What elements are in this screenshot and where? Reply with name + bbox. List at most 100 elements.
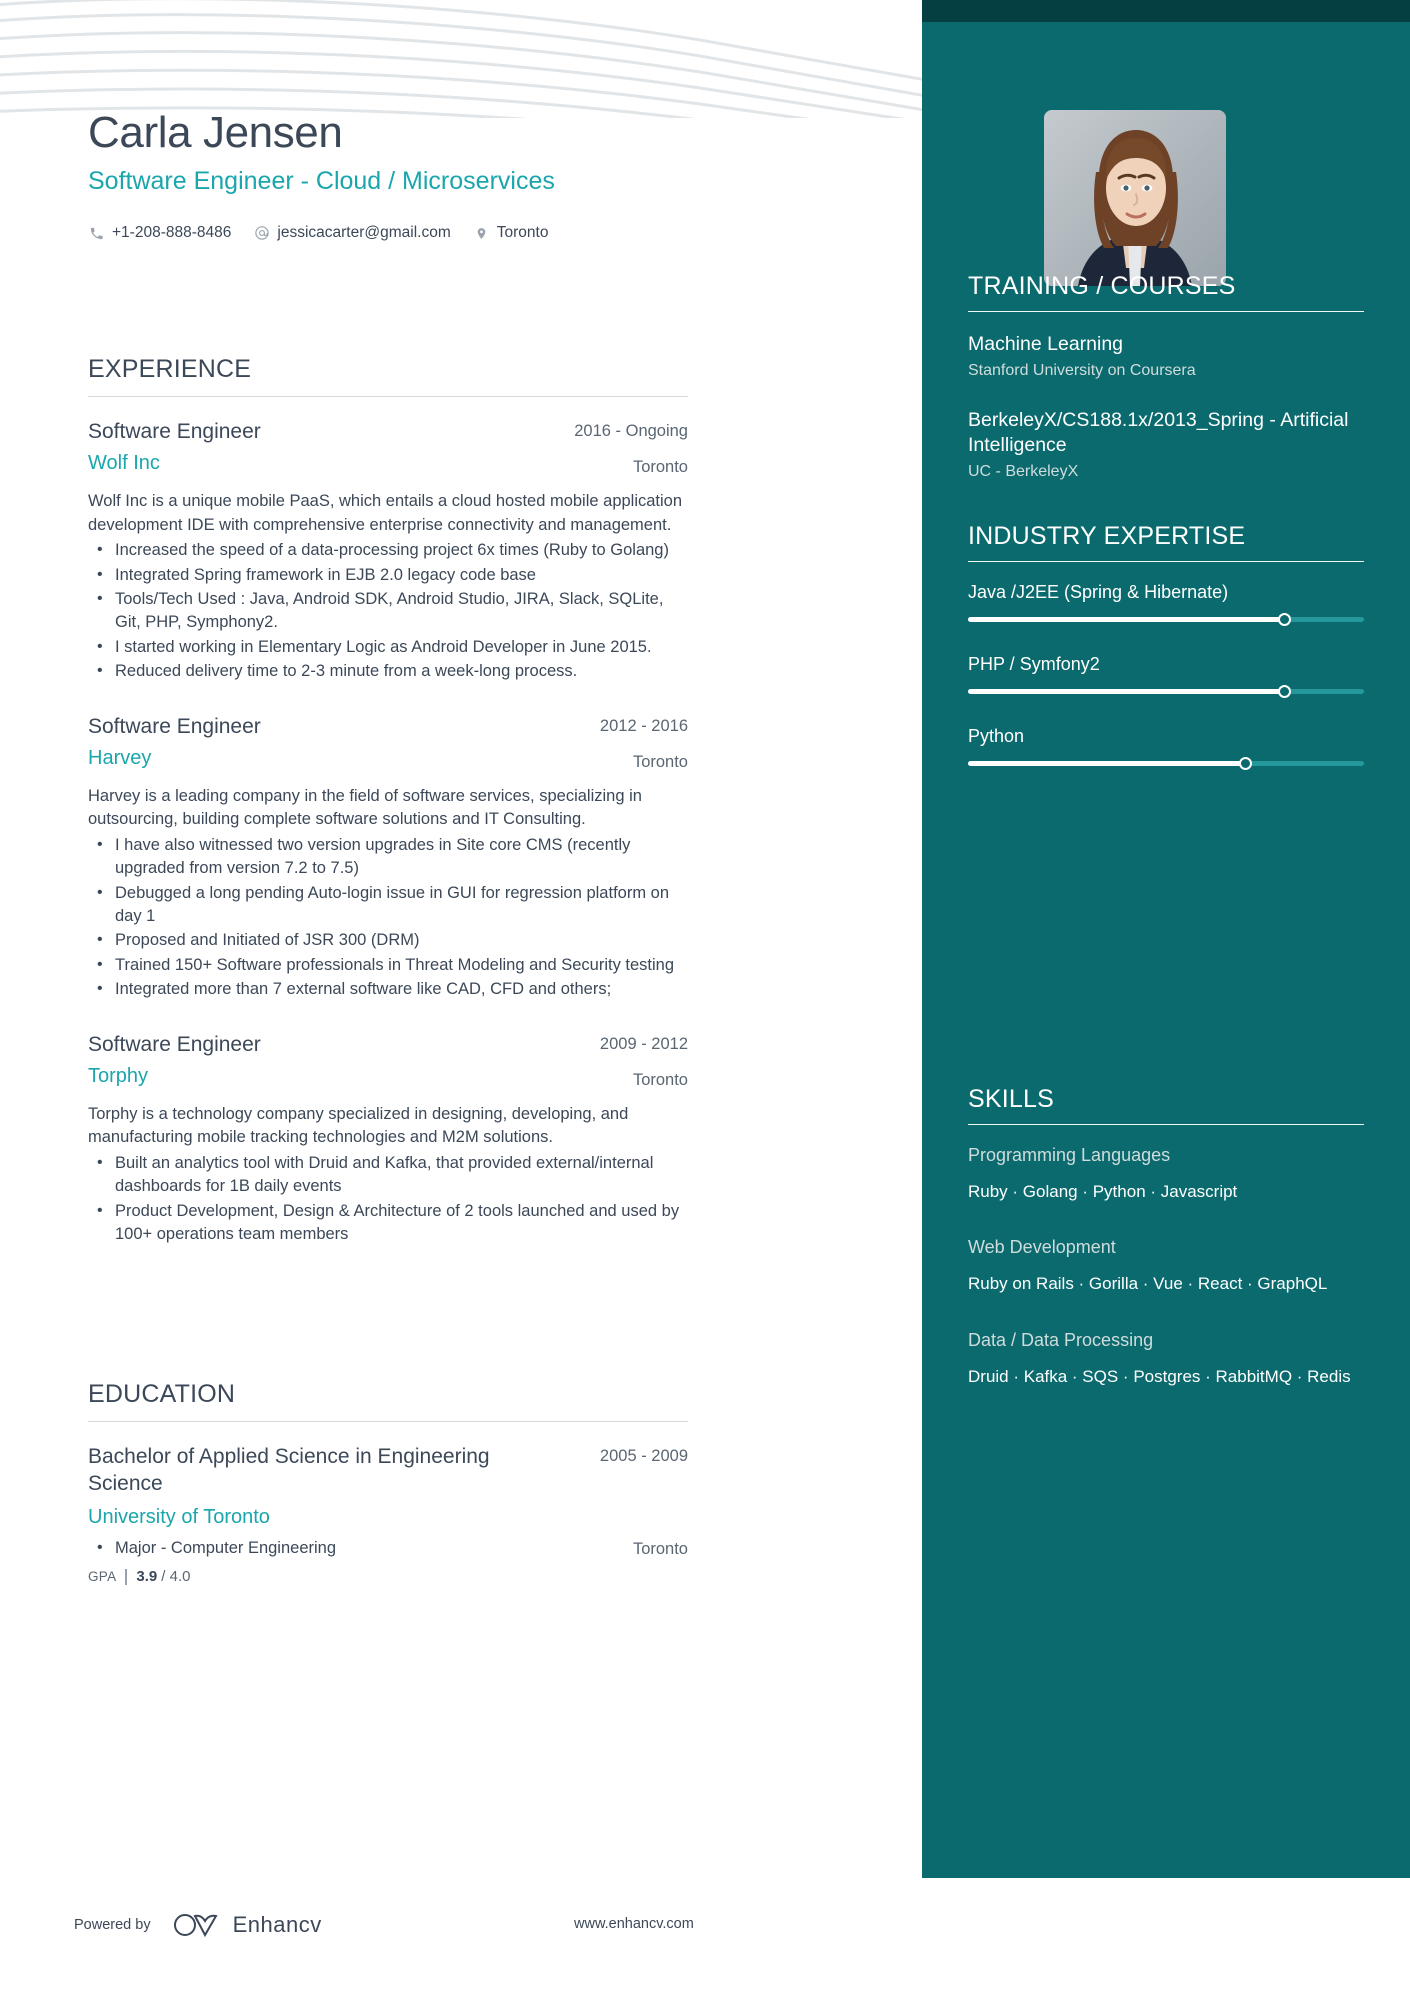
- contact-location[interactable]: Toronto: [473, 224, 549, 242]
- main-column: Carla Jensen Software Engineer - Cloud /…: [0, 0, 922, 1878]
- candidate-headline: Software Engineer - Cloud / Microservice…: [88, 167, 555, 196]
- training-heading: TRAINING / COURSES: [968, 272, 1236, 300]
- section-education: EDUCATION Bachelor of Applied Science in…: [88, 1380, 688, 1611]
- powered-by-block: Powered by Enhancv: [74, 1912, 322, 1938]
- education-heading: EDUCATION: [88, 1380, 236, 1408]
- education-entry-head: Bachelor of Applied Science in Engineeri…: [88, 1444, 688, 1558]
- job-date: 2016 - Ongoing: [574, 422, 688, 440]
- gpa-max: / 4.0: [161, 1568, 191, 1586]
- avatar: [1044, 110, 1226, 286]
- expertise-label: PHP / Symfony2: [968, 654, 1100, 674]
- skill-group: Programming Languages Ruby · Golang · Py…: [968, 1145, 1364, 1207]
- gpa-label: GPA: [88, 1569, 117, 1585]
- job-organization: Wolf Inc: [88, 452, 160, 475]
- course-name: Machine Learning: [968, 333, 1124, 355]
- expertise-item: Python: [968, 726, 1364, 770]
- experience-entry-head: Software Engineer 2009 - 2012 Torphy Tor…: [88, 1032, 688, 1089]
- skill-group-items: Ruby on Rails · Gorilla · Vue · React · …: [968, 1274, 1328, 1294]
- skill-group-name: Web Development: [968, 1237, 1116, 1258]
- job-bullet: Integrated Spring framework in EJB 2.0 l…: [88, 564, 688, 587]
- email-icon: [253, 225, 270, 242]
- job-description: Wolf Inc is a unique mobile PaaS, which …: [88, 492, 683, 534]
- education-bullets: Major - Computer Engineering: [88, 1537, 688, 1560]
- expertise-slider-knob[interactable]: [1278, 685, 1292, 698]
- skill-group-name: Data / Data Processing: [968, 1329, 1154, 1350]
- job-bullet: Integrated more than 7 external software…: [88, 978, 688, 1001]
- contact-location-text: Toronto: [496, 224, 549, 241]
- industry-expertise-divider: [968, 561, 1364, 562]
- training-divider: [968, 311, 1364, 312]
- job-bullet: I have also witnessed two version upgrad…: [88, 834, 688, 881]
- experience-entry: Software Engineer 2012 - 2016 Harvey Tor…: [88, 714, 688, 1002]
- expertise-slider-knob[interactable]: [1278, 613, 1292, 626]
- expertise-item: PHP / Symfony2: [968, 654, 1364, 698]
- contact-email-text: jessicacarter@gmail.com: [277, 224, 451, 241]
- course-item: BerkeleyX/CS188.1x/2013_Spring - Artific…: [968, 408, 1364, 483]
- job-bullet: Proposed and Initiated of JSR 300 (DRM): [88, 929, 688, 952]
- gpa-value: 3.9: [136, 1568, 158, 1586]
- school-name: University of Toronto: [88, 1505, 270, 1528]
- sidebar-top-strip: [922, 0, 1410, 22]
- job-bullet: Trained 150+ Software professionals in T…: [88, 954, 688, 977]
- expertise-label: Java /J2EE (Spring & Hibernate): [968, 582, 1229, 602]
- expertise-slider-fill: [968, 617, 1285, 622]
- name-block: Carla Jensen Software Engineer - Cloud /…: [88, 108, 788, 196]
- industry-expertise-heading: INDUSTRY EXPERTISE: [968, 522, 1246, 550]
- job-bullets: Increased the speed of a data-processing…: [88, 539, 688, 684]
- education-bullet: Major - Computer Engineering: [88, 1537, 688, 1560]
- job-bullet: Reduced delivery time to 2-3 minute from…: [88, 660, 688, 683]
- phone-icon: [88, 225, 105, 242]
- powered-by-label: Powered by: [74, 1917, 151, 1933]
- candidate-name: Carla Jensen: [88, 108, 343, 157]
- job-location: Toronto: [632, 1070, 688, 1089]
- location-pin-icon: [473, 225, 490, 242]
- job-bullet: Debugged a long pending Auto-login issue…: [88, 882, 688, 929]
- expertise-slider[interactable]: [968, 685, 1364, 698]
- expertise-item: Java /J2EE (Spring & Hibernate): [968, 582, 1364, 626]
- job-title: Software Engineer: [88, 714, 261, 738]
- enhancv-brand-text: Enhancv: [232, 1912, 322, 1937]
- contact-row: +1-208-888-8486 jessicacarter@gmail.com …: [88, 224, 868, 242]
- expertise-slider-fill: [968, 761, 1246, 766]
- experience-entry-head: Software Engineer 2016 - Ongoing Wolf In…: [88, 419, 688, 476]
- contact-phone[interactable]: +1-208-888-8486: [88, 224, 231, 242]
- skill-group: Web Development Ruby on Rails · Gorilla …: [968, 1237, 1364, 1299]
- experience-entry: Software Engineer 2009 - 2012 Torphy Tor…: [88, 1032, 688, 1247]
- contact-email[interactable]: jessicacarter@gmail.com: [253, 224, 451, 242]
- job-title: Software Engineer: [88, 420, 261, 443]
- experience-entry: Software Engineer 2016 - Ongoing Wolf In…: [88, 419, 688, 684]
- section-skills: SKILLS Programming Languages Ruby · Gola…: [968, 1085, 1364, 1422]
- education-divider: [88, 1421, 688, 1422]
- website-link[interactable]: www.enhancv.com: [574, 1916, 694, 1932]
- job-organization: Harvey: [88, 746, 152, 769]
- skills-divider: [968, 1124, 1364, 1125]
- contact-phone-text: +1-208-888-8486: [112, 224, 232, 241]
- skill-group-items: Ruby · Golang · Python · Javascript: [968, 1182, 1238, 1201]
- job-bullets: Built an analytics tool with Druid and K…: [88, 1152, 688, 1247]
- job-bullet: Product Development, Design & Architectu…: [88, 1200, 688, 1247]
- job-date: 2012 - 2016: [599, 716, 688, 735]
- course-provider: UC - BerkeleyX: [968, 462, 1079, 480]
- course-item: Machine Learning Stanford University on …: [968, 332, 1364, 382]
- course-name: BerkeleyX/CS188.1x/2013_Spring - Artific…: [968, 408, 1349, 456]
- skill-group-name: Programming Languages: [968, 1145, 1171, 1165]
- enhancv-logo-icon: [173, 1912, 219, 1938]
- expertise-slider-knob[interactable]: [1238, 757, 1252, 770]
- job-bullets: I have also witnessed two version upgrad…: [88, 834, 688, 1002]
- resume-page: Carla Jensen Software Engineer - Cloud /…: [0, 0, 1410, 1995]
- expertise-label: Python: [968, 726, 1025, 746]
- footer: Powered by Enhancv www.enhancv.com: [0, 1878, 1410, 1995]
- experience-entry-head: Software Engineer 2012 - 2016 Harvey Tor…: [88, 714, 688, 771]
- job-organization: Torphy: [88, 1064, 149, 1087]
- experience-heading: EXPERIENCE: [88, 355, 252, 383]
- job-description: Torphy is a technology company specializ…: [88, 1104, 629, 1147]
- gpa-separator: [125, 1568, 128, 1585]
- section-industry-expertise: INDUSTRY EXPERTISE Java /J2EE (Spring & …: [968, 522, 1364, 798]
- expertise-slider-fill: [968, 689, 1285, 694]
- expertise-slider[interactable]: [968, 613, 1364, 626]
- gpa-row: GPA 3.9 / 4.0: [88, 1568, 688, 1585]
- experience-divider: [88, 396, 688, 397]
- job-bullet: Built an analytics tool with Druid and K…: [88, 1152, 688, 1199]
- job-bullet: I started working in Elementary Logic as…: [88, 636, 688, 659]
- expertise-slider[interactable]: [968, 757, 1364, 770]
